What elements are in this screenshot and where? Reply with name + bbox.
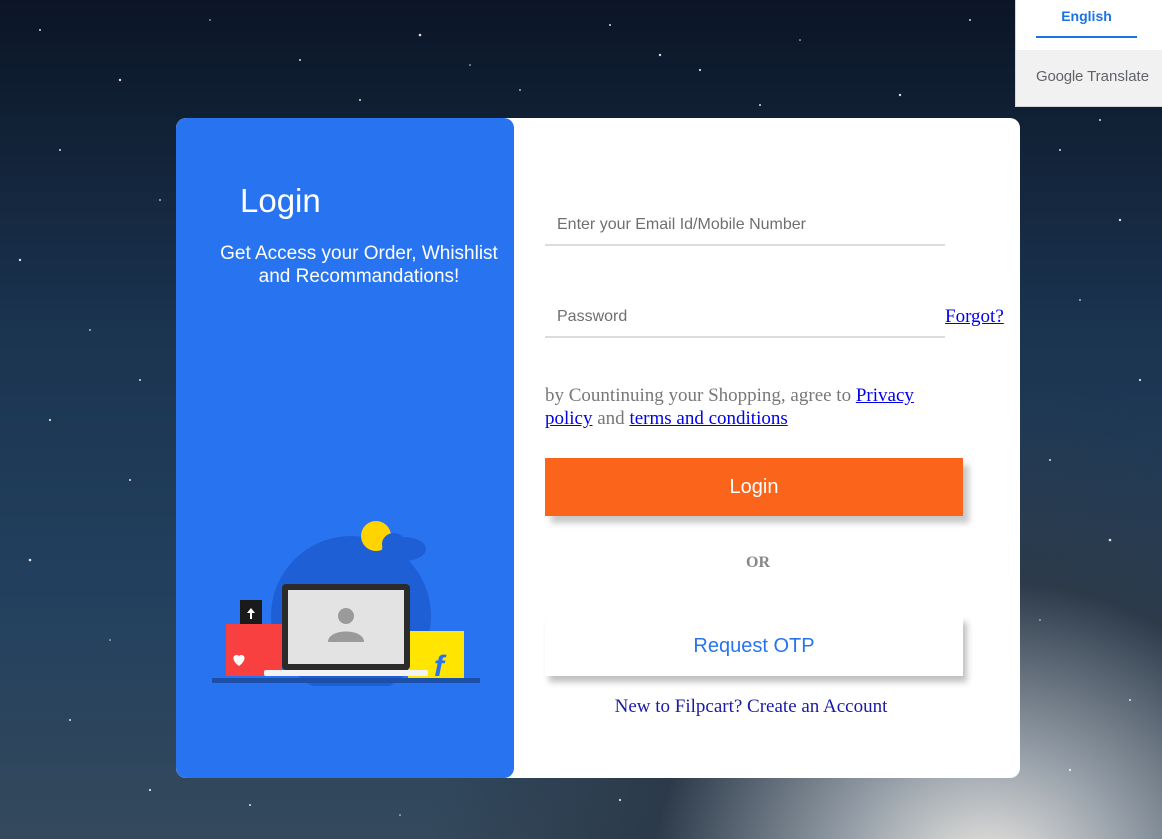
email-input[interactable]: [545, 206, 945, 246]
terms-text: by Countinuing your Shopping, agree to P…: [545, 384, 965, 430]
google-translate-brand[interactable]: Google Translate: [1036, 68, 1149, 85]
terms-prefix: by Countinuing your Shopping, agree to: [545, 385, 852, 406]
login-button[interactable]: Login: [545, 458, 963, 516]
login-side-panel: Login Get Access your Order, Whishlist a…: [176, 118, 514, 778]
request-otp-button[interactable]: Request OTP: [545, 616, 963, 676]
login-card: Login Get Access your Order, Whishlist a…: [176, 118, 1020, 778]
laptop-illustration: f: [212, 521, 480, 686]
panel-title: Login: [240, 182, 321, 219]
terms-conditions-link[interactable]: terms and conditions: [629, 408, 787, 429]
create-account-link[interactable]: New to Filpcart? Create an Account: [545, 696, 957, 718]
tab-english[interactable]: English: [1036, 0, 1137, 38]
bag-icon: [226, 624, 282, 676]
translate-tabs: English: [1016, 0, 1162, 50]
translate-text: Translate: [1087, 68, 1150, 85]
google-translate-widget: English Google Translate: [1015, 0, 1162, 107]
google-logo-text: Google: [1036, 68, 1084, 85]
terms-and: and: [597, 408, 625, 429]
forgot-password-link[interactable]: Forgot?: [945, 306, 1004, 328]
or-divider: OR: [746, 554, 770, 571]
panel-subtitle: Get Access your Order, Whishlist and Rec…: [220, 243, 498, 287]
password-input[interactable]: [545, 298, 945, 338]
